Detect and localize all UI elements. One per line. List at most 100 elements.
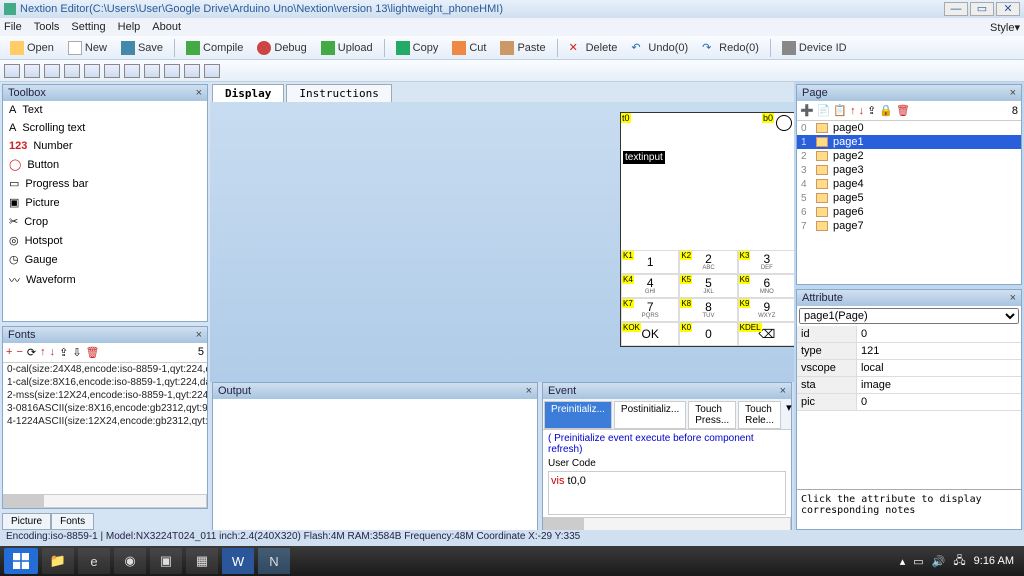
paste-button[interactable]: Paste [494,38,551,58]
system-tray[interactable]: ▴ ▭ 🔊 🖧 9:16 AM [900,552,1020,571]
task-chrome[interactable]: ◉ [114,548,146,574]
font-item[interactable]: 3-0816ASCII(size:8X16,encode:gb2312,qyt:… [3,402,207,415]
maximize-button[interactable]: ▭ [970,2,994,16]
font-item[interactable]: 4-1224ASCII(size:12X24,encode:gb2312,qyt… [3,415,207,428]
task-explorer[interactable]: 📁 [42,548,74,574]
delete-button[interactable]: ✕Delete [563,38,624,58]
key-k3[interactable]: K33DEF [738,250,794,274]
new-button[interactable]: New [62,38,113,58]
menu-style[interactable]: Style▾ [990,21,1020,34]
task-nextion[interactable]: N [258,548,290,574]
output-close-icon[interactable]: × [526,385,532,397]
page-item-page6[interactable]: 6page6 [797,205,1021,219]
task-word[interactable]: W [222,548,254,574]
font-item[interactable]: 0-cal(size:24X48,encode:iso-8859-1,qyt:2… [3,363,207,376]
save-button[interactable]: Save [115,38,169,58]
key-kdel[interactable]: KDEL⌫ [738,322,794,346]
toolbox-progress-bar[interactable]: ▭Progress bar [3,174,207,193]
align-top-button[interactable] [44,64,60,78]
page-item-page7[interactable]: 7page7 [797,219,1021,233]
page-insert-button[interactable]: 📄 [817,104,831,117]
tab-touch-release[interactable]: Touch Rele... [738,401,781,429]
menu-file[interactable]: File [4,21,22,33]
key-k8[interactable]: K88TUV [679,298,737,322]
font-item[interactable]: 1-cal(size:8X16,encode:iso-8859-1,qyt:22… [3,376,207,389]
key-k7[interactable]: K77PQRS [621,298,679,322]
toolbox-crop[interactable]: ✂Crop [3,212,207,231]
page-item-page3[interactable]: 3page3 [797,163,1021,177]
attr-row-type[interactable]: type121 [797,343,1021,360]
menu-tools[interactable]: Tools [34,21,60,33]
toolbox-hotspot[interactable]: ◎Hotspot [3,231,207,250]
tab-display[interactable]: Display [212,84,284,102]
toolbox-gauge[interactable]: ◷Gauge [3,250,207,269]
menu-setting[interactable]: Setting [71,21,105,33]
same-height-button[interactable] [144,64,160,78]
label-b0[interactable]: b0 [762,113,774,123]
key-k1[interactable]: K11 [621,250,679,274]
task-app1[interactable]: ▣ [150,548,182,574]
attribute-selector[interactable]: page1(Page) [799,308,1019,324]
page-add-button[interactable]: ➕ [800,104,814,117]
page-item-page2[interactable]: 2page2 [797,149,1021,163]
align-right-button[interactable] [24,64,40,78]
upload-button[interactable]: Upload [315,38,379,58]
page-lock-button[interactable]: 🔒 [879,104,893,117]
align-bottom-button[interactable] [64,64,80,78]
page-up-button[interactable]: ↑ [850,105,856,117]
compile-button[interactable]: Compile [180,38,249,58]
output-body[interactable] [213,399,537,531]
task-ie[interactable]: e [78,548,110,574]
copy-button[interactable]: Copy [390,38,445,58]
rotate-handle[interactable] [776,115,792,131]
text-input-component[interactable]: textinput [623,151,665,164]
device-preview[interactable]: t0 b0 textinput K11K22ABCK33DEFK44GHIK55… [620,112,794,347]
event-scrollbar[interactable] [543,517,791,531]
fonts-scrollbar[interactable] [3,494,207,508]
key-kok[interactable]: KOKOK [621,322,679,346]
key-k9[interactable]: K99WXYZ [738,298,794,322]
tray-volume-icon[interactable]: 🔊 [932,555,946,568]
task-app2[interactable]: ▦ [186,548,218,574]
toolbox-text[interactable]: AText [3,101,207,119]
page-item-page4[interactable]: 4page4 [797,177,1021,191]
toolbox-button[interactable]: ◯Button [3,155,207,174]
redo-button[interactable]: ↷Redo(0) [696,38,765,58]
menu-about[interactable]: About [152,21,181,33]
fonts-close-icon[interactable]: × [196,329,202,341]
tab-fonts[interactable]: Fonts [51,513,94,530]
page-export-button[interactable]: ⇪ [867,104,876,117]
font-refresh-button[interactable]: ⟳ [27,346,36,359]
tab-touch-press[interactable]: Touch Press... [688,401,736,429]
attr-row-vscope[interactable]: vscopelocal [797,360,1021,377]
font-remove-button[interactable]: − [16,346,22,358]
key-k2[interactable]: K22ABC [679,250,737,274]
font-up-button[interactable]: ↑ [40,346,46,358]
toolbox-number[interactable]: 123Number [3,137,207,155]
align-center-v-button[interactable] [104,64,120,78]
attribute-close-icon[interactable]: × [1010,292,1016,304]
close-button[interactable]: ✕ [996,2,1020,16]
toolbox-scrolling-text[interactable]: AScrolling text [3,119,207,137]
key-k5[interactable]: K55JKL [679,274,737,298]
page-close-icon[interactable]: × [1010,87,1016,99]
tray-network-icon[interactable]: 🖧 [953,552,965,571]
device-id-button[interactable]: Device ID [776,38,853,58]
font-add-button[interactable]: + [6,346,12,358]
menu-help[interactable]: Help [118,21,141,33]
key-k4[interactable]: K44GHI [621,274,679,298]
minimize-button[interactable]: — [944,2,968,16]
key-k0[interactable]: K00 [679,322,737,346]
page-item-page5[interactable]: 5page5 [797,191,1021,205]
tray-clock[interactable]: 9:16 AM [974,555,1014,567]
font-delete-button[interactable]: 🗑 [86,346,100,359]
page-down-button[interactable]: ↓ [859,105,865,117]
font-import-button[interactable]: ⇩ [72,346,81,359]
toolbox-close-icon[interactable]: × [196,87,202,99]
align-left-button[interactable] [4,64,20,78]
tab-preinitialize[interactable]: Preinitializ... [544,401,612,429]
same-size-button[interactable] [164,64,180,78]
page-copy-button[interactable]: 📋 [833,104,847,117]
distribute-v-button[interactable] [204,64,220,78]
same-width-button[interactable] [124,64,140,78]
